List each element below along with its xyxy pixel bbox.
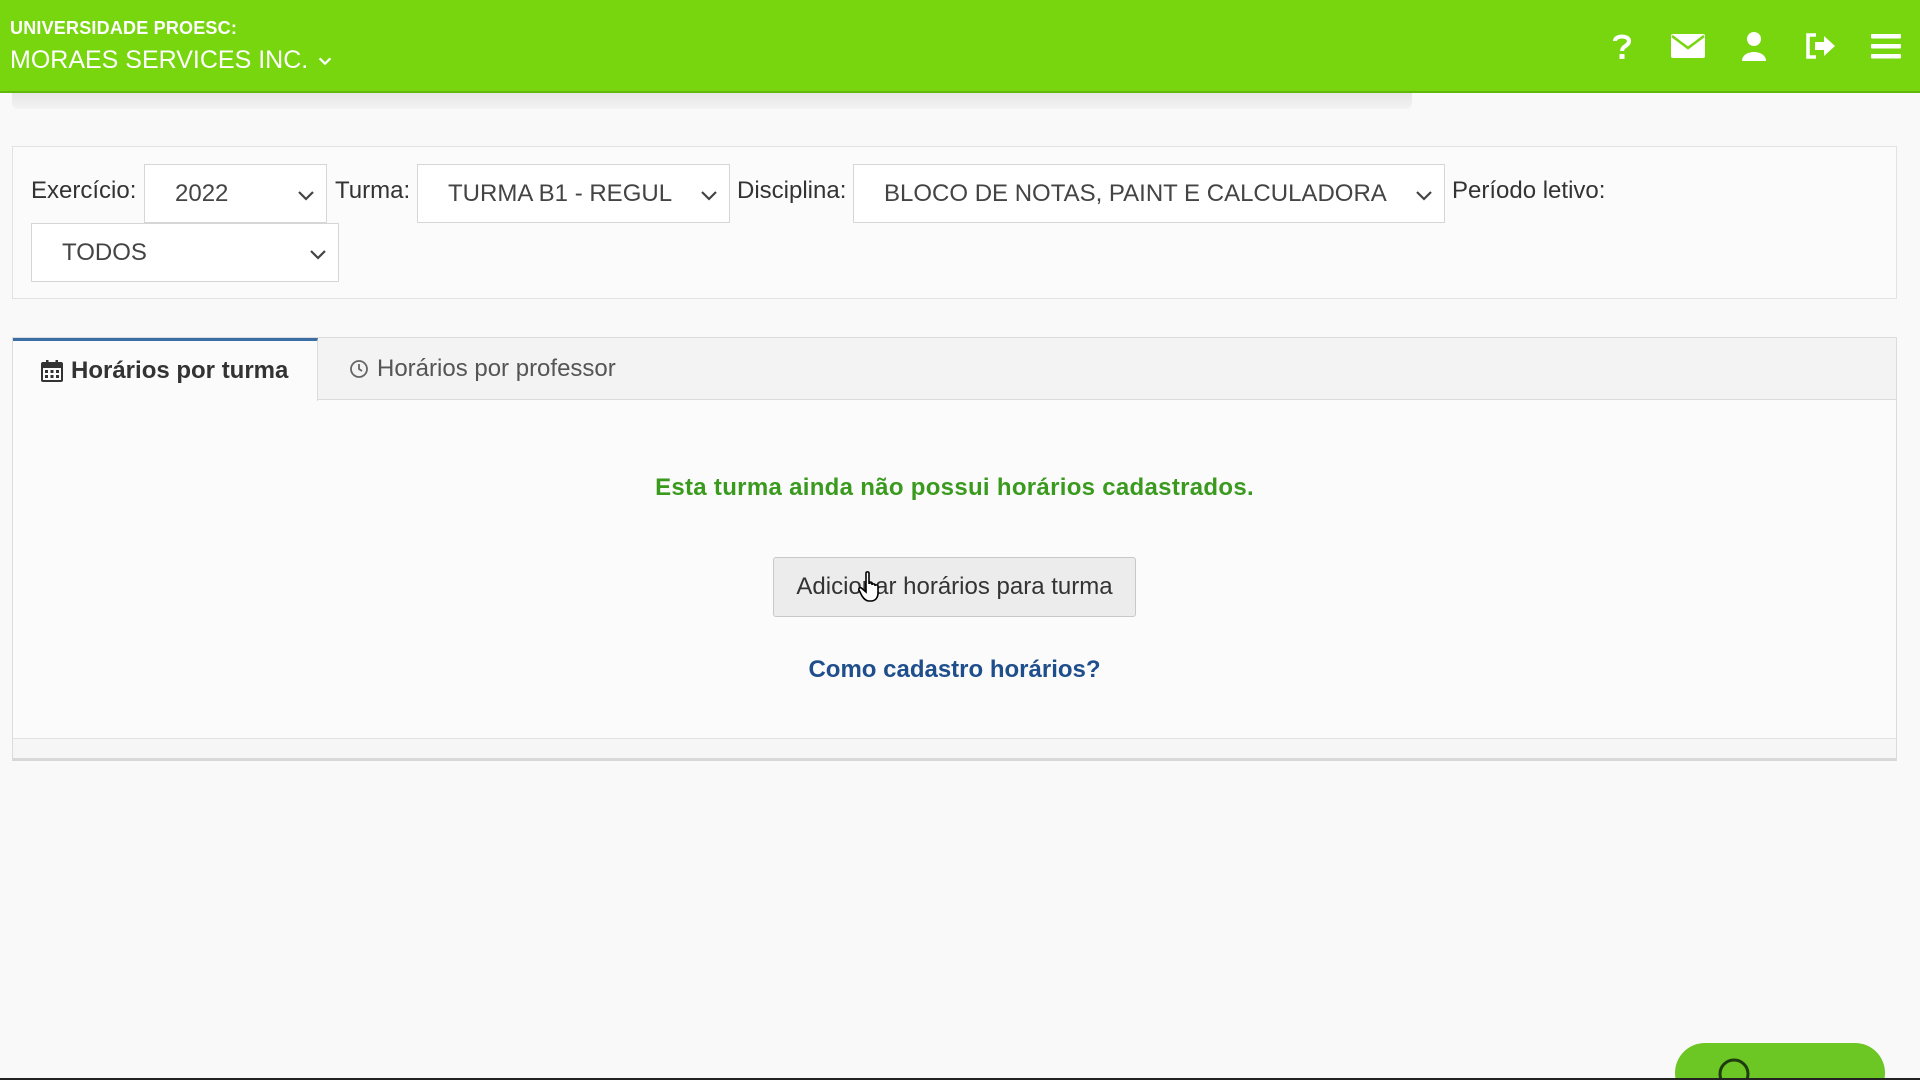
messages-button[interactable] bbox=[1670, 28, 1706, 64]
chevron-down-icon bbox=[298, 191, 314, 201]
org-label: UNIVERSIDADE PROESC: bbox=[10, 18, 238, 38]
disciplina-label: Disciplina: bbox=[737, 177, 847, 204]
turma-value: TURMA B1 - REGUL bbox=[448, 179, 673, 207]
panel-footer bbox=[13, 738, 1896, 758]
clock-icon bbox=[350, 360, 368, 378]
schedule-panel: Horários por turma Horários por professo… bbox=[12, 337, 1897, 761]
tab-label: Horários por turma bbox=[71, 357, 289, 384]
top-navbar: UNIVERSIDADE PROESC: MORAES SERVICES INC… bbox=[0, 0, 1920, 93]
help-link-text: Como cadastro horários? bbox=[808, 656, 1101, 683]
add-schedule-button[interactable]: Adicionar horários para turma bbox=[773, 557, 1136, 617]
exercicio-value: 2022 bbox=[175, 179, 229, 207]
chevron-down-icon bbox=[1416, 191, 1432, 201]
tab-horarios-por-professor[interactable]: Horários por professor bbox=[349, 338, 616, 400]
exercicio-select[interactable]: 2022 bbox=[144, 164, 327, 223]
question-icon bbox=[1613, 34, 1632, 59]
menu-button[interactable] bbox=[1868, 28, 1904, 64]
help-link[interactable]: Como cadastro horários? bbox=[13, 656, 1896, 684]
envelope-icon bbox=[1671, 34, 1705, 58]
periodo-label: Período letivo: bbox=[1452, 177, 1606, 204]
logout-button[interactable] bbox=[1802, 28, 1838, 64]
sign-out-icon bbox=[1806, 33, 1835, 59]
empty-state-message: Esta turma ainda não possui horários cad… bbox=[655, 474, 1254, 501]
header-shadow bbox=[12, 93, 1412, 109]
chevron-down-icon bbox=[310, 250, 326, 260]
help-button[interactable] bbox=[1604, 28, 1640, 64]
chat-help-icon bbox=[1718, 1058, 1750, 1080]
turma-select[interactable]: TURMA B1 - REGUL bbox=[417, 164, 730, 223]
periodo-value: TODOS bbox=[62, 238, 147, 266]
floating-help-button[interactable] bbox=[1675, 1043, 1885, 1080]
company-switcher[interactable]: MORAES SERVICES INC. bbox=[10, 46, 334, 75]
chevron-down-icon bbox=[701, 191, 717, 201]
filters-panel: Exercício: 2022 Turma: TURMA B1 - REGUL … bbox=[12, 146, 1897, 299]
company-name: MORAES SERVICES INC. bbox=[10, 46, 309, 74]
tab-label: Horários por professor bbox=[377, 355, 616, 382]
disciplina-select[interactable]: BLOCO DE NOTAS, PAINT E CALCULADORA bbox=[853, 164, 1445, 223]
chevron-down-icon bbox=[319, 57, 332, 65]
disciplina-value: BLOCO DE NOTAS, PAINT E CALCULADORA bbox=[884, 179, 1387, 207]
user-icon bbox=[1742, 32, 1766, 61]
tab-horarios-por-turma[interactable]: Horários por turma bbox=[13, 338, 318, 401]
exercicio-label: Exercício: bbox=[31, 177, 137, 204]
periodo-select[interactable]: TODOS bbox=[31, 223, 339, 282]
tab-bar: Horários por turma Horários por professo… bbox=[13, 338, 1896, 401]
profile-button[interactable] bbox=[1736, 28, 1772, 64]
calendar-icon bbox=[41, 360, 63, 382]
turma-label: Turma: bbox=[335, 177, 411, 204]
menu-icon bbox=[1871, 34, 1901, 59]
